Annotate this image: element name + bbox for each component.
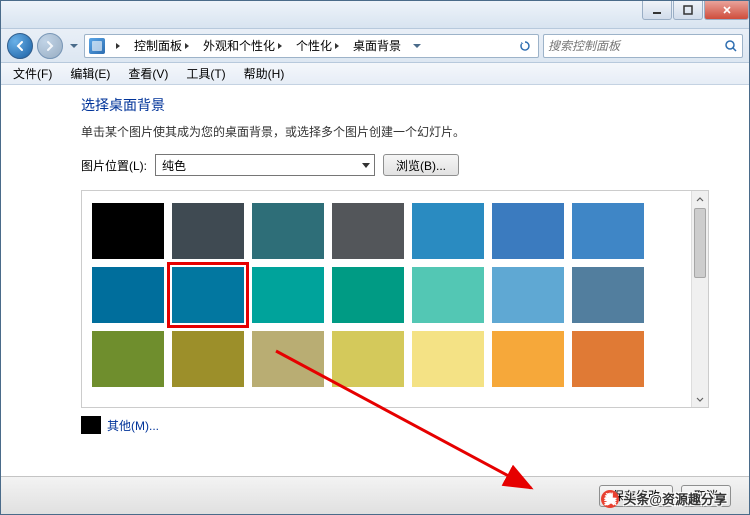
color-swatch[interactable] <box>172 203 244 259</box>
address-dropdown[interactable] <box>408 35 424 57</box>
chevron-up-icon <box>696 196 704 204</box>
close-icon <box>722 5 732 15</box>
arrow-left-icon <box>14 40 26 52</box>
menu-help[interactable]: 帮助(H) <box>236 63 293 84</box>
menu-edit[interactable]: 编辑(E) <box>62 63 118 84</box>
scroll-up-button[interactable] <box>692 191 708 208</box>
chevron-down-icon <box>362 163 370 168</box>
chevron-right-icon <box>185 43 189 49</box>
scroll-track[interactable] <box>692 208 708 390</box>
color-swatch[interactable] <box>412 203 484 259</box>
breadcrumb-label: 个性化 <box>296 37 332 54</box>
color-swatch[interactable] <box>332 203 404 259</box>
picture-location-combo[interactable]: 纯色 <box>155 154 375 176</box>
maximize-icon <box>683 5 693 15</box>
color-swatch[interactable] <box>572 331 644 387</box>
other-swatch <box>81 416 101 434</box>
page-heading: 选择桌面背景 <box>81 95 709 115</box>
color-swatch[interactable] <box>92 331 164 387</box>
chevron-down-icon <box>70 44 78 48</box>
forward-button[interactable] <box>37 33 63 59</box>
minimize-button[interactable] <box>642 1 672 20</box>
content-area: 选择桌面背景 单击某个图片使其成为您的桌面背景，或选择多个图片创建一个幻灯片。 … <box>1 85 749 476</box>
navigation-bar: 控制面板 外观和个性化 个性化 桌面背景 <box>1 29 749 63</box>
color-swatch[interactable] <box>572 203 644 259</box>
nav-history-dropdown[interactable] <box>67 42 80 50</box>
chevron-right-icon <box>278 43 282 49</box>
color-swatch[interactable] <box>92 203 164 259</box>
color-swatch-grid <box>82 191 691 399</box>
address-breadcrumb[interactable]: 控制面板 外观和个性化 个性化 桌面背景 <box>84 34 539 58</box>
breadcrumb-segment[interactable]: 控制面板 <box>127 35 196 57</box>
picture-location-value: 纯色 <box>162 157 186 174</box>
breadcrumb-segment[interactable]: 桌面背景 <box>346 35 408 57</box>
color-swatch[interactable] <box>92 267 164 323</box>
picture-location-row: 图片位置(L): 纯色 浏览(B)... <box>81 154 709 176</box>
other-link[interactable]: 其他(M)... <box>107 417 159 434</box>
color-swatch[interactable] <box>172 267 244 323</box>
breadcrumb-segment[interactable]: 个性化 <box>289 35 346 57</box>
color-swatch[interactable] <box>332 331 404 387</box>
breadcrumb-segment[interactable] <box>109 35 127 57</box>
arrow-right-icon <box>44 40 56 52</box>
control-panel-icon <box>89 38 105 54</box>
window: 控制面板 外观和个性化 个性化 桌面背景 文件(F) 编辑(E) 查看(V) 工… <box>0 0 750 515</box>
picture-location-label: 图片位置(L): <box>81 157 147 174</box>
cancel-button[interactable]: 取消 <box>681 485 731 507</box>
refresh-button[interactable] <box>514 35 536 57</box>
color-swatch[interactable] <box>492 267 564 323</box>
window-controls <box>641 1 749 20</box>
titlebar <box>1 1 749 29</box>
color-swatch[interactable] <box>412 267 484 323</box>
browse-button[interactable]: 浏览(B)... <box>383 154 459 176</box>
chevron-down-icon <box>413 44 421 48</box>
color-swatch[interactable] <box>252 203 324 259</box>
footer-bar: 保存修改 取消 <box>1 476 749 514</box>
color-swatch[interactable] <box>172 331 244 387</box>
page-subtext: 单击某个图片使其成为您的桌面背景，或选择多个图片创建一个幻灯片。 <box>81 123 709 140</box>
search-input[interactable] <box>548 39 720 53</box>
breadcrumb-segment[interactable]: 外观和个性化 <box>196 35 289 57</box>
save-button[interactable]: 保存修改 <box>599 485 673 507</box>
breadcrumb-label: 外观和个性化 <box>203 37 275 54</box>
color-swatch[interactable] <box>412 331 484 387</box>
breadcrumb-label: 控制面板 <box>134 37 182 54</box>
menu-view[interactable]: 查看(V) <box>120 63 176 84</box>
color-swatch[interactable] <box>252 267 324 323</box>
search-box[interactable] <box>543 34 743 58</box>
breadcrumb-label: 桌面背景 <box>353 37 401 54</box>
maximize-button[interactable] <box>673 1 703 20</box>
menu-bar: 文件(F) 编辑(E) 查看(V) 工具(T) 帮助(H) <box>1 63 749 85</box>
color-swatch[interactable] <box>252 331 324 387</box>
scroll-thumb[interactable] <box>694 208 706 278</box>
color-swatch[interactable] <box>572 267 644 323</box>
chevron-right-icon <box>116 43 120 49</box>
close-button[interactable] <box>704 1 749 20</box>
chevron-right-icon <box>335 43 339 49</box>
color-swatch[interactable] <box>332 267 404 323</box>
other-link-row: 其他(M)... <box>81 416 709 434</box>
color-swatch[interactable] <box>492 203 564 259</box>
color-swatch[interactable] <box>492 331 564 387</box>
chevron-down-icon <box>696 395 704 403</box>
color-swatch-panel <box>81 190 709 408</box>
back-button[interactable] <box>7 33 33 59</box>
minimize-icon <box>652 5 662 15</box>
scrollbar[interactable] <box>691 191 708 407</box>
menu-tools[interactable]: 工具(T) <box>178 63 233 84</box>
search-icon <box>724 39 738 53</box>
menu-file[interactable]: 文件(F) <box>5 63 60 84</box>
refresh-icon <box>519 40 531 52</box>
scroll-down-button[interactable] <box>692 390 708 407</box>
